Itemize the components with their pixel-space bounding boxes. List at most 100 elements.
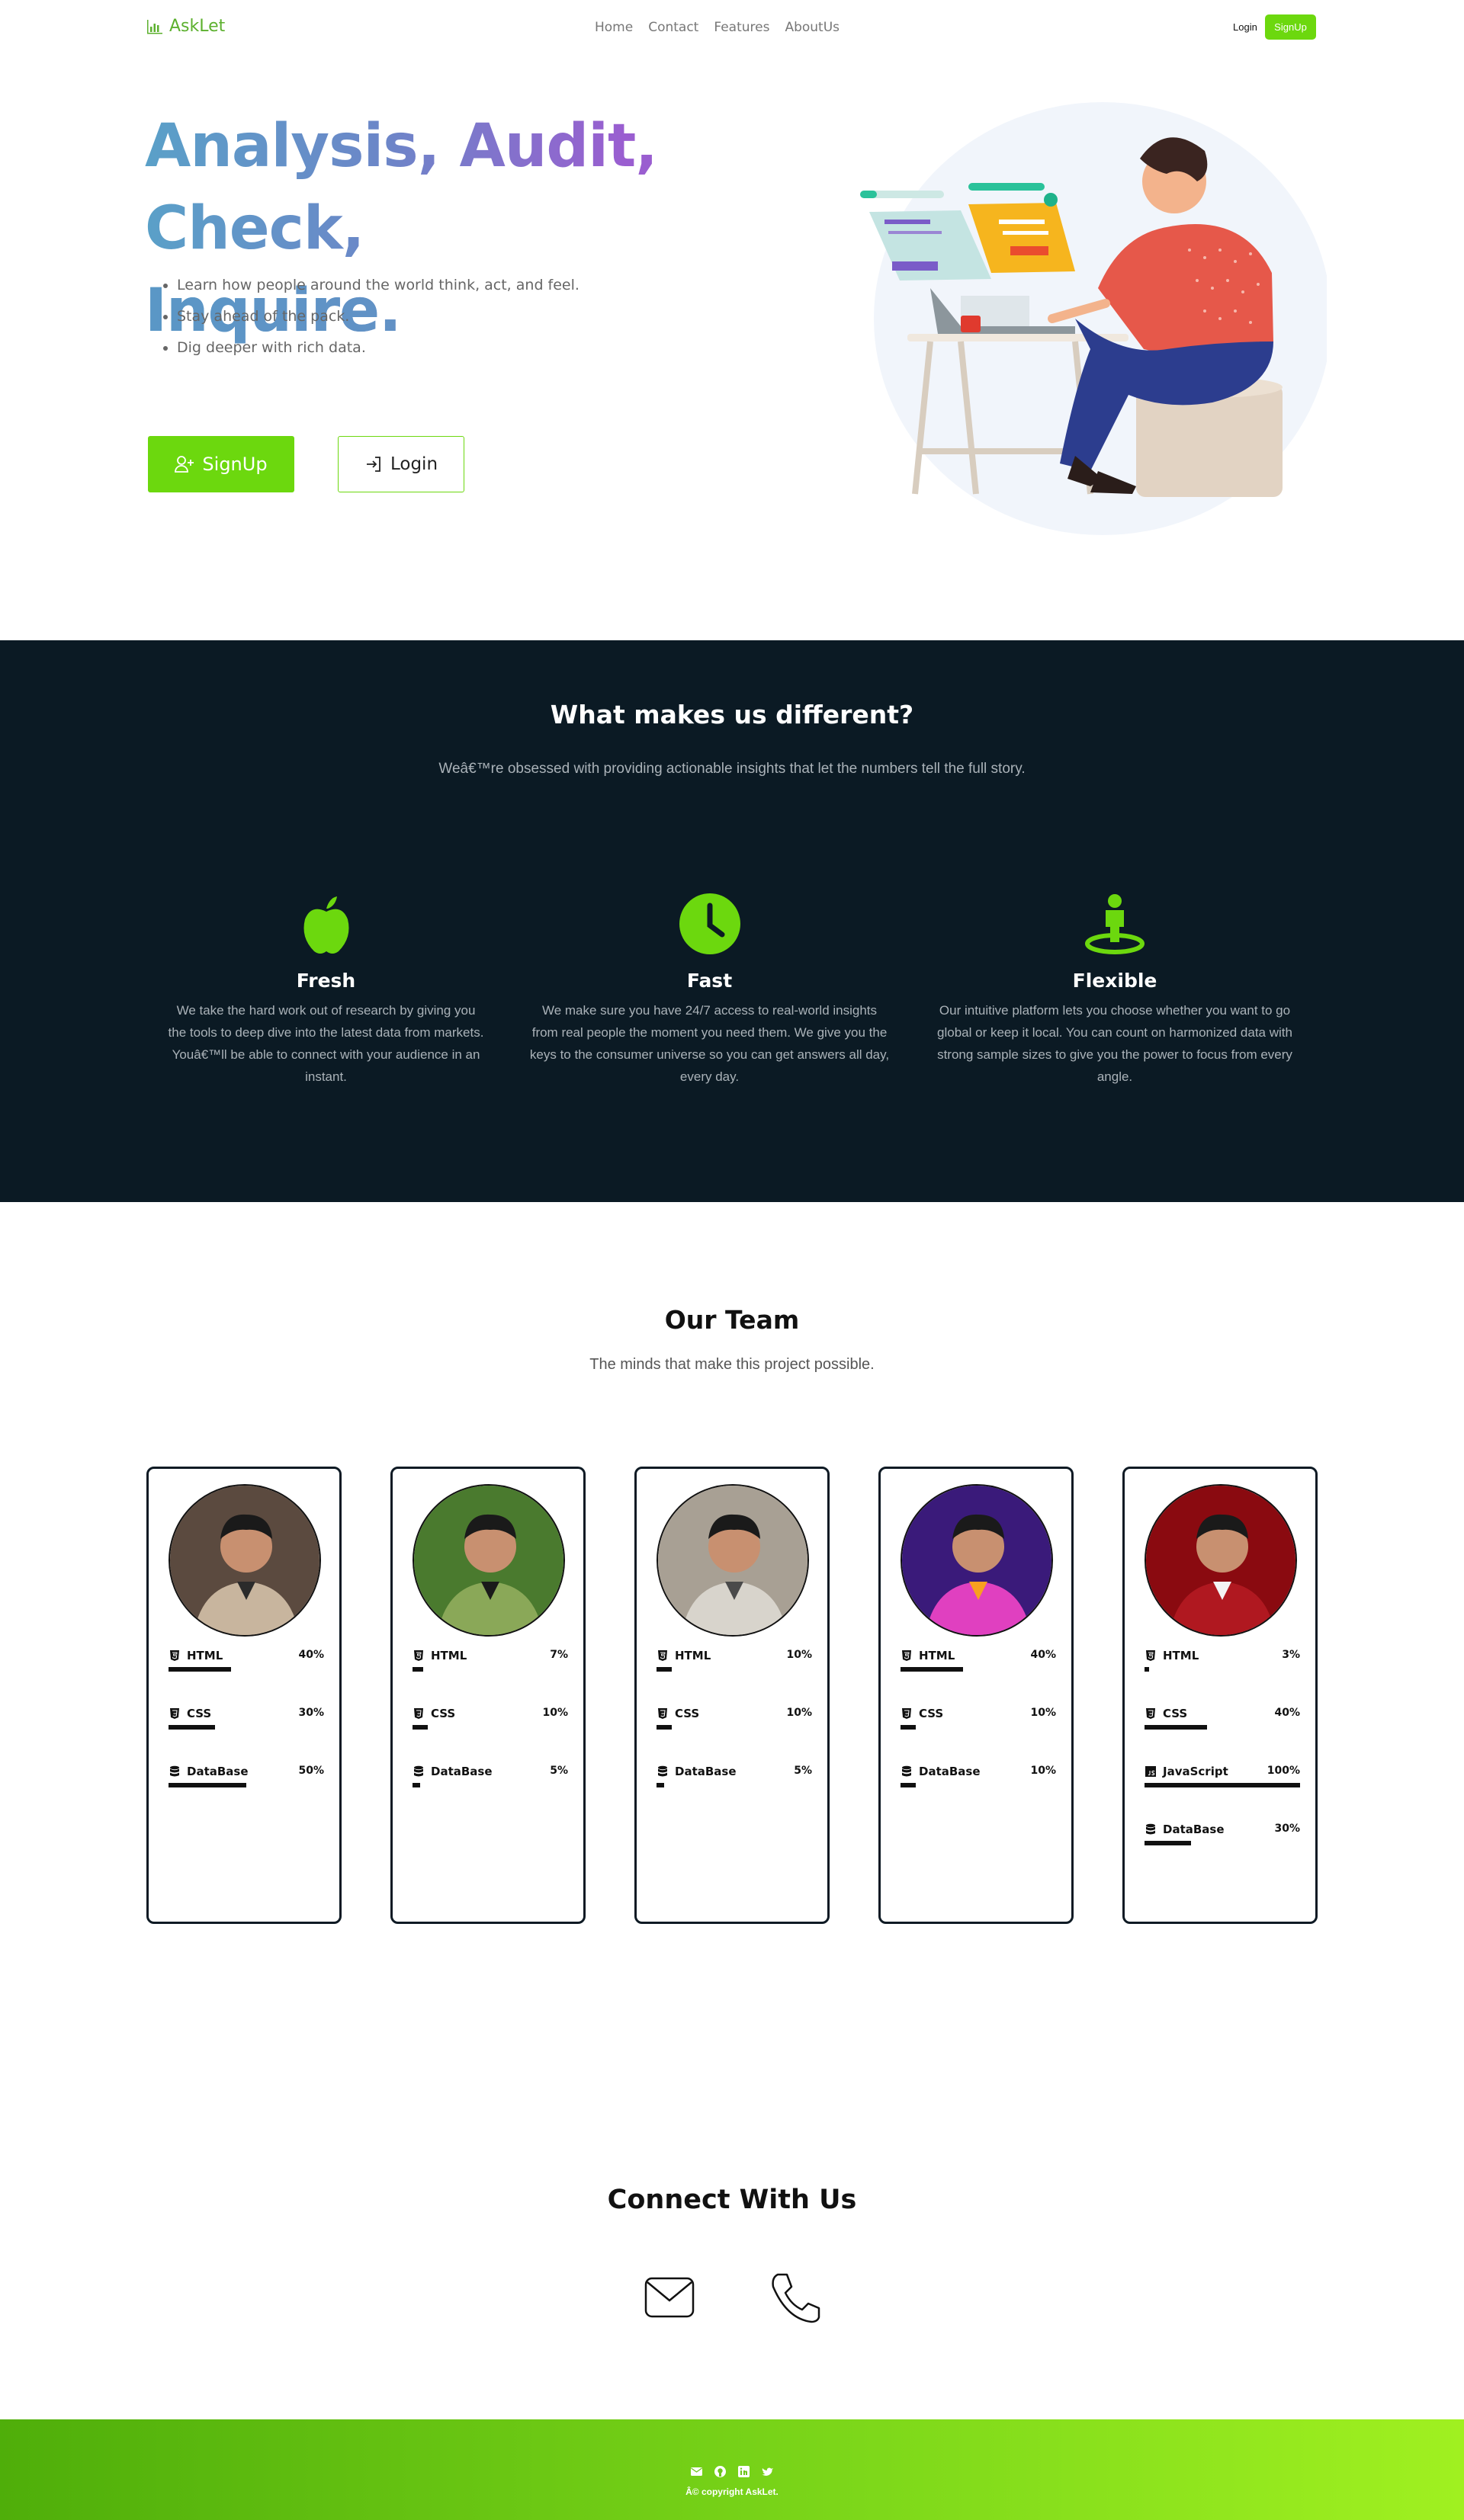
nav-link-home[interactable]: Home (595, 20, 633, 35)
skill-name: DataBase (413, 1765, 493, 1778)
team-member-card: HTML 3% CSS 40% JavaScript 100% DataBase 30% (1122, 1467, 1318, 1924)
connect-title: Connect With Us (607, 2185, 857, 2215)
skill-name: HTML (169, 1649, 223, 1662)
html5-icon (657, 1650, 669, 1662)
skill-row: HTML 10% (657, 1649, 812, 1682)
skill-label: CSS (431, 1707, 456, 1720)
hero-signup-label: SignUp (202, 454, 268, 475)
linkedin-icon[interactable] (737, 2465, 750, 2478)
css3-icon (413, 1707, 425, 1720)
clock-icon (679, 893, 740, 954)
nav-signup-button[interactable]: SignUp (1265, 14, 1316, 40)
skill-name: DataBase (657, 1765, 737, 1778)
avatar (657, 1484, 809, 1637)
css3-icon (657, 1707, 669, 1720)
skill-row: CSS 40% (1145, 1707, 1300, 1740)
skill-progress-bar (169, 1725, 215, 1730)
skill-progress-bar (657, 1667, 672, 1672)
skill-row: DataBase 5% (413, 1765, 568, 1798)
bar-chart-icon (147, 19, 162, 34)
skill-name: HTML (1145, 1649, 1199, 1662)
skill-row: CSS 10% (901, 1707, 1056, 1740)
skill-percent: 40% (1274, 1707, 1300, 1719)
brand-name: AskLet (169, 17, 226, 36)
hero-bullet: Learn how people around the world think,… (177, 270, 580, 301)
team-member-card: HTML 10% CSS 10% DataBase 5% (634, 1467, 830, 1924)
skill-progress-bar (657, 1783, 664, 1787)
skill-row: HTML 3% (1145, 1649, 1300, 1682)
skill-label: DataBase (1163, 1823, 1225, 1836)
feature-text: Our intuitive platform lets you choose w… (937, 1003, 1292, 1084)
database-icon (657, 1765, 669, 1778)
hero-title-line1: Analysis, Audit, Check, (145, 112, 657, 263)
skill-name: CSS (169, 1707, 211, 1720)
twitter-icon[interactable] (761, 2465, 774, 2478)
envelope-icon[interactable] (644, 2276, 695, 2319)
skill-percent: 10% (786, 1649, 812, 1661)
mail-icon[interactable] (690, 2465, 703, 2478)
skill-percent: 50% (298, 1765, 324, 1777)
skill-percent: 10% (1030, 1707, 1056, 1719)
hero-login-label: Login (390, 454, 438, 474)
hero-signup-button[interactable]: SignUp (148, 436, 294, 492)
skill-progress-bar (169, 1667, 231, 1672)
skill-percent: 10% (542, 1707, 568, 1719)
phone-icon[interactable] (769, 2272, 822, 2325)
features-section: What makes us different? Weâ€™re obsesse… (0, 640, 1464, 1202)
avatar (901, 1484, 1053, 1637)
nav-link-contact[interactable]: Contact (648, 20, 698, 35)
nav-link-features[interactable]: Features (714, 20, 769, 35)
hero-login-button[interactable]: Login (338, 436, 464, 492)
skill-label: CSS (675, 1707, 700, 1720)
skill-label: JavaScript (1163, 1765, 1228, 1778)
skill-label: DataBase (431, 1765, 493, 1778)
feature-text: We make sure you have 24/7 access to rea… (529, 1003, 890, 1084)
top-navbar: AskLet Home Contact Features AboutUs Log… (0, 0, 1464, 55)
skill-progress-bar (1145, 1667, 1149, 1672)
skill-name: HTML (901, 1649, 955, 1662)
nav-links: Home Contact Features AboutUs (595, 20, 840, 35)
css3-icon (169, 1707, 181, 1720)
skill-label: HTML (431, 1649, 467, 1662)
apple-icon (303, 896, 348, 954)
skill-progress-bar (1145, 1841, 1191, 1845)
skill-progress-bar (413, 1725, 428, 1730)
feature-text: We take the hard work out of research by… (168, 1003, 484, 1084)
database-icon (169, 1765, 181, 1778)
skill-label: DataBase (919, 1765, 981, 1778)
skill-name: DataBase (901, 1765, 981, 1778)
skill-row: HTML 40% (901, 1649, 1056, 1682)
user-plus-icon (175, 456, 194, 473)
sign-in-icon (366, 457, 380, 472)
feature-fresh: Fresh We take the hard work out of resea… (168, 892, 484, 1088)
database-icon (413, 1765, 425, 1778)
nav-link-aboutus[interactable]: AboutUs (785, 20, 840, 35)
skill-progress-bar (657, 1725, 672, 1730)
feature-title: Fast (686, 970, 733, 992)
html5-icon (169, 1650, 181, 1662)
skill-name: HTML (413, 1649, 467, 1662)
hero-bullet: Dig deeper with rich data. (177, 332, 580, 364)
skill-progress-bar (1145, 1783, 1300, 1787)
skill-label: DataBase (675, 1765, 737, 1778)
skill-percent: 30% (1274, 1823, 1300, 1835)
database-icon (901, 1765, 913, 1778)
skill-label: CSS (1163, 1707, 1188, 1720)
html5-icon (901, 1650, 913, 1662)
team-member-card: HTML 40% CSS 10% DataBase 10% (878, 1467, 1074, 1924)
feature-title: Fresh (296, 970, 356, 992)
brand-logo[interactable]: AskLet (146, 17, 225, 36)
feature-title: Flexible (1072, 970, 1157, 992)
skill-progress-bar (901, 1725, 916, 1730)
database-icon (1145, 1823, 1157, 1835)
skill-progress-bar (901, 1783, 916, 1787)
html5-icon (1145, 1650, 1157, 1662)
skill-label: HTML (675, 1649, 711, 1662)
skill-name: CSS (657, 1707, 699, 1720)
avatar (169, 1484, 321, 1637)
nav-login-button[interactable]: Login (1233, 21, 1257, 33)
css3-icon (901, 1707, 913, 1720)
skill-row: DataBase 5% (657, 1765, 812, 1798)
github-icon[interactable] (714, 2465, 727, 2478)
feature-fast: Fast We make sure you have 24/7 access t… (528, 892, 891, 1088)
